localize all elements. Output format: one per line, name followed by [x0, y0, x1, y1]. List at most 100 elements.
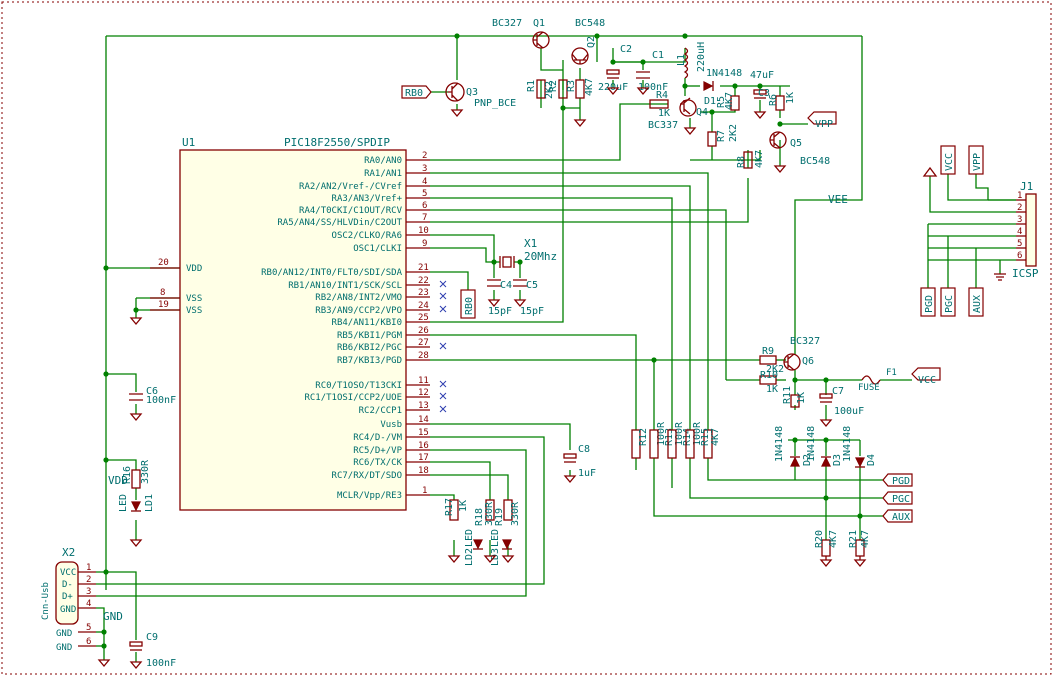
resistor-r8[interactable]: R8 4K7 [736, 150, 765, 169]
ground-icon [573, 119, 587, 128]
inductor-l1[interactable]: L1 220uH [676, 42, 707, 79]
resistor-r1[interactable]: R1 [526, 79, 546, 99]
d4-value: 1N4148 [842, 426, 853, 462]
capacitor-c1[interactable]: C1 100nF [636, 50, 668, 93]
pin-name: RA5/AN4/SS/HLVDin/C2OUT [277, 218, 402, 228]
ground-icon [819, 559, 833, 568]
usb-pin-num: 5 [86, 623, 91, 633]
ground-icon [819, 419, 833, 428]
q1-value: BC327 [492, 18, 522, 29]
pin-num: 27 [418, 338, 429, 348]
pin-name: RB7/KBI3/PGD [337, 356, 402, 366]
mcu-u1[interactable]: U1 PIC18F2550/SPDIP 20 8 19 VDD VSS VSS [150, 136, 447, 511]
r12-ref: R12 [638, 428, 649, 446]
pin-name: VDD [186, 264, 202, 274]
transistor-q6[interactable]: Q6 BC327 [783, 336, 820, 371]
transistor-q2[interactable]: BC548 Q2 [571, 18, 605, 65]
r17-ref: R17 [444, 498, 455, 516]
q5-ref: Q5 [790, 138, 802, 149]
c2-ref: C2 [620, 44, 632, 55]
vcc-label: VCC [918, 375, 936, 386]
icsp-connector-j1[interactable]: J1 ICSP 1 2 3 4 5 6 VCC VPP PGD PGC AUX [920, 145, 1039, 317]
usb-pin-num: 6 [86, 637, 91, 647]
pin-name: RC4/D-/VM [353, 433, 402, 443]
r10-ref: R10 [760, 370, 778, 381]
resistor-r3[interactable]: R3 4K7 [566, 78, 595, 99]
d4-ref: D4 [866, 454, 877, 466]
icsp-pin-num: 3 [1017, 215, 1022, 225]
d2-value: 1N4148 [774, 426, 785, 462]
ld3-ref: LD3 [490, 548, 501, 566]
icsp-pin-num: 5 [1017, 239, 1022, 249]
q6-ref: Q6 [802, 356, 814, 367]
c5-ref: C5 [526, 280, 538, 291]
usb-ref: X2 [62, 546, 75, 559]
l1-ref: L1 [676, 54, 687, 66]
d3-value: 1N4148 [806, 426, 817, 462]
diode-d3[interactable]: D3 1N4148 [806, 426, 843, 467]
icsp-vcc-label: VCC [944, 153, 955, 171]
c3-ref: C3 [758, 88, 770, 99]
rb0-vert-label: RB0 [464, 297, 475, 315]
icsp-pin-num: 1 [1017, 191, 1022, 201]
r21-value: 4K7 [860, 530, 871, 548]
ground-icon [753, 111, 767, 120]
capacitor-c9[interactable]: C9 100nF [129, 632, 176, 669]
transistor-q4[interactable]: Q4 BC337 [648, 97, 708, 131]
resistor-r17[interactable]: R17 1K [444, 498, 469, 521]
c6-value: 100nF [146, 395, 176, 406]
pin-name: RB0/AN12/INT0/FLT0/SDI/SDA [261, 268, 402, 278]
resistor-r21[interactable]: R21 4K7 [848, 530, 871, 557]
pin-num: 8 [160, 288, 165, 298]
pin-name: MCLR/Vpp/RE3 [337, 491, 402, 501]
pin-num: 12 [418, 388, 429, 398]
mcu-body [179, 149, 407, 511]
pin-num: 20 [158, 258, 169, 268]
ground-icon [501, 555, 515, 564]
r20-value: 4K7 [828, 530, 839, 548]
resistor-r19[interactable]: R19 330R [494, 499, 521, 526]
r7-ref: R7 [716, 130, 727, 142]
q5-value: BC548 [800, 156, 830, 167]
pin-num: 4 [422, 177, 427, 187]
icsp-pin-num: 4 [1017, 227, 1022, 237]
pin-name: RC1/T1OSI/CCP2/UOE [304, 393, 402, 403]
ld1-value: LED [118, 494, 129, 512]
usb-connector-x2[interactable]: X2 Cnn-Usb VCC D- D+ GND GND GND 1 2 3 4… [41, 546, 96, 653]
pin-name: VSS [186, 306, 202, 316]
pin-num: 3 [422, 164, 427, 174]
ground-icon [853, 559, 867, 568]
c7-value: 100uF [834, 406, 864, 417]
transistor-q1[interactable]: BC327 Q1 [492, 18, 550, 49]
capacitor-c2[interactable]: C2 220uF [598, 44, 632, 93]
vpp-label: VPP [815, 119, 833, 130]
resistor-r6[interactable]: R6 1K [768, 92, 796, 111]
pin-num: 7 [422, 213, 427, 223]
pin-name: RB3/AN9/CCP2/VPO [315, 306, 402, 316]
led-ld2[interactable]: LD2 LED [464, 529, 483, 566]
transistor-q5[interactable]: Q5 BC548 [769, 131, 830, 167]
ld2-value: LED [464, 529, 475, 547]
resistor-r18[interactable]: R18 330R [474, 499, 495, 526]
pin-name: OSC2/CLKO/RA6 [332, 231, 402, 241]
pin-name: RA0/AN0 [364, 156, 402, 166]
crystal-x1[interactable]: X1 20Mhz [499, 237, 557, 268]
vdd-label: VDD [108, 474, 128, 487]
pin-name: RB2/AN8/INT2/VMO [315, 293, 402, 303]
icsp-body [1025, 193, 1037, 267]
usb-pin-num: 1 [86, 563, 91, 573]
capacitor-c4[interactable]: C4 15pF [487, 279, 512, 317]
r19-value: 330R [510, 501, 521, 526]
pin-name: RB5/KBI1/PGM [337, 331, 403, 341]
pin-num: 19 [158, 300, 169, 310]
q1-ref: Q1 [533, 18, 545, 29]
r19-ref: R19 [494, 508, 505, 526]
capacitor-c5[interactable]: C5 15pF [513, 279, 544, 317]
resistor-r10[interactable]: R10 1K [759, 370, 778, 395]
gnd-label: GND [103, 610, 123, 623]
resistor-r7[interactable]: R7 2K2 [707, 124, 739, 147]
ld3-value: LED [490, 529, 501, 547]
usb-pin-name: GND [60, 605, 76, 615]
capacitor-c8[interactable]: C8 1uF [563, 444, 596, 479]
pin-num: 25 [418, 313, 429, 323]
